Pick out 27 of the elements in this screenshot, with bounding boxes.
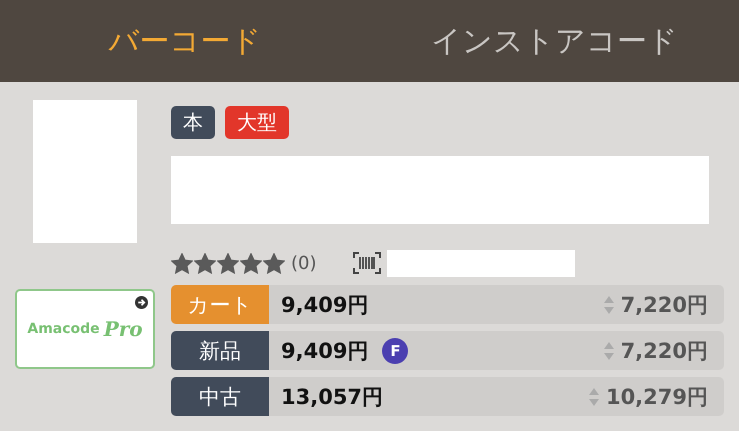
brand-label: Amacode — [27, 321, 100, 337]
star-icon — [194, 252, 216, 274]
star-icon — [240, 252, 262, 274]
condition-label: 中古 — [171, 377, 269, 416]
review-count: (0) — [291, 252, 316, 274]
fulfillment-badge: F — [382, 338, 408, 364]
arrow-icon — [135, 296, 148, 309]
sort-icon — [602, 340, 615, 360]
price-value: 13,057円 — [280, 384, 384, 410]
condition-label: カート — [171, 285, 269, 324]
category-tag: 大型 — [225, 106, 289, 139]
star-icon — [217, 252, 239, 274]
compare-price: 7,220円 — [602, 290, 724, 318]
price-value: 9,409円 — [280, 338, 368, 364]
tab[interactable]: バーコード — [0, 0, 370, 82]
sort-icon — [588, 386, 600, 406]
barcode-icon — [352, 252, 380, 274]
condition-label: 新品 — [171, 331, 269, 370]
sort-icon — [602, 294, 615, 314]
badge-label: Pro — [104, 317, 143, 341]
compare-price: 7,220円 — [602, 336, 724, 364]
compare-price: 10,279円 — [588, 382, 724, 410]
price-value: 9,409円 — [280, 292, 368, 318]
star-icon — [171, 252, 193, 274]
star-icon — [263, 252, 285, 274]
tab[interactable]: インストアコード — [370, 0, 739, 82]
category-tag: 本 — [171, 106, 215, 139]
